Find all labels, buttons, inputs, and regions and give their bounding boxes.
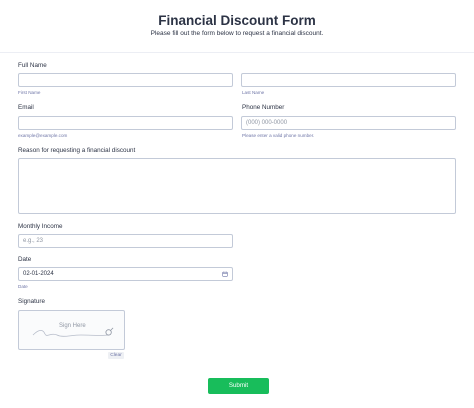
phone-sublabel: Please enter a valid phone number. bbox=[242, 133, 315, 138]
submit-button[interactable]: Submit bbox=[208, 378, 269, 394]
signature-pad[interactable]: Sign Here bbox=[18, 310, 125, 350]
phone-field[interactable]: (000) 000-0000 bbox=[241, 116, 456, 130]
reason-textarea[interactable] bbox=[18, 158, 456, 214]
signature-placeholder: Sign Here bbox=[59, 323, 86, 329]
last-name-sublabel: Last Name bbox=[242, 90, 265, 95]
first-name-sublabel: First Name bbox=[18, 90, 41, 95]
signature-clear-button[interactable]: Clear bbox=[108, 352, 124, 359]
form-header: Financial Discount Form Please fill out … bbox=[0, 0, 474, 48]
monthly-income-placeholder: e.g., 23 bbox=[23, 238, 44, 244]
last-name-input[interactable] bbox=[241, 73, 456, 87]
form-page: Financial Discount Form Please fill out … bbox=[0, 0, 474, 408]
date-input[interactable]: 02-01-2024 bbox=[18, 267, 233, 281]
date-label: Date bbox=[18, 256, 32, 263]
signature-label: Signature bbox=[18, 298, 45, 305]
full-name-label: Full Name bbox=[18, 62, 47, 69]
email-sublabel: example@example.com bbox=[18, 133, 68, 138]
pen-icon bbox=[105, 327, 114, 336]
form-subtitle: Please fill out the form below to reques… bbox=[150, 30, 324, 37]
calendar-icon[interactable] bbox=[222, 271, 228, 277]
phone-label: Phone Number bbox=[242, 104, 285, 111]
date-sublabel: Date bbox=[18, 284, 28, 289]
form-title: Financial Discount Form bbox=[158, 13, 316, 28]
monthly-income-input[interactable]: e.g., 23 bbox=[18, 234, 233, 248]
email-label: Email bbox=[18, 104, 34, 111]
email-field[interactable] bbox=[18, 116, 233, 130]
date-value: 02-01-2024 bbox=[23, 271, 54, 277]
reason-label: Reason for requesting a financial discou… bbox=[18, 147, 136, 154]
first-name-input[interactable] bbox=[18, 73, 233, 87]
phone-placeholder: (000) 000-0000 bbox=[246, 120, 288, 126]
header-divider bbox=[0, 52, 474, 53]
monthly-income-label: Monthly Income bbox=[18, 223, 63, 230]
